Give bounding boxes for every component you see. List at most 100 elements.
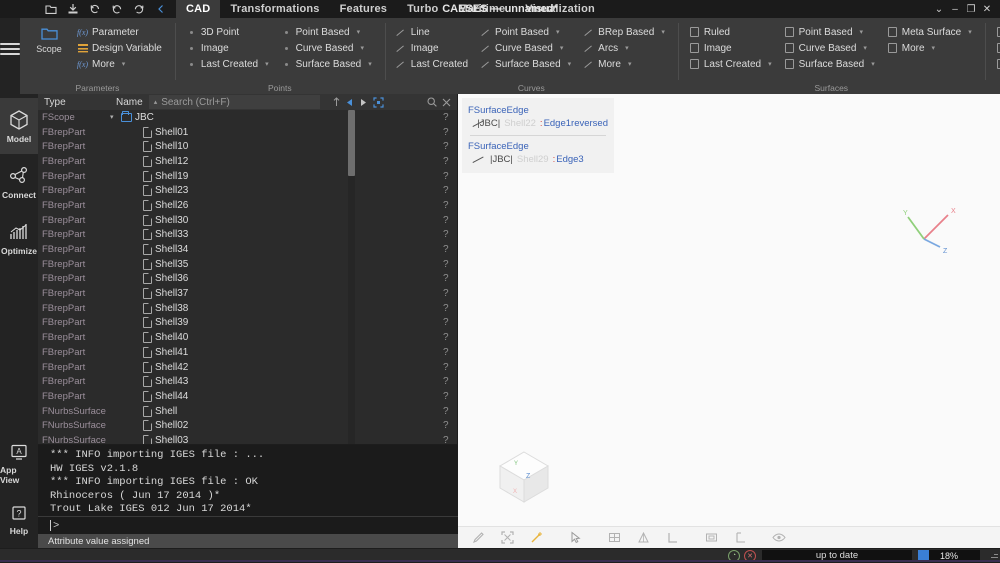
tab-transformations[interactable]: Transformations: [220, 0, 329, 18]
close-button[interactable]: ✕: [980, 1, 994, 17]
history-icon[interactable]: [84, 0, 106, 18]
table-row[interactable]: FBrepPart Shell34?: [38, 242, 457, 257]
ribbon-item-curve-image[interactable]: Image: [393, 40, 471, 56]
next-icon[interactable]: [359, 98, 368, 107]
ribbon-item-more-parameters[interactable]: f(x) More ▾: [74, 56, 165, 72]
chevron-down-icon[interactable]: ▾: [871, 60, 875, 68]
ribbon-item-brep[interactable]: BRep: [993, 24, 1000, 40]
ribbon-item-point-last-created[interactable]: Last Created ▾: [183, 56, 272, 72]
ribbon-item-more-breps[interactable]: More ▾: [993, 56, 1000, 72]
eye-icon[interactable]: [771, 530, 787, 546]
chevron-down-icon[interactable]: ▾: [360, 44, 364, 52]
chevron-down-icon[interactable]: ▾: [357, 28, 361, 36]
corner-icon[interactable]: [732, 530, 748, 546]
ribbon-item-brep-based-curve[interactable]: BRep Based ▾: [580, 24, 668, 40]
tree-scroll-thumb[interactable]: [348, 110, 355, 176]
light-icon[interactable]: [635, 530, 651, 546]
maximize-button[interactable]: ❐: [964, 1, 978, 17]
ribbon-item-surface-image[interactable]: Image: [686, 40, 775, 56]
ribbon-item-surface-based-point[interactable]: Surface Based ▾: [278, 56, 375, 72]
tree-header-type[interactable]: Type: [38, 97, 110, 108]
ribbon-item-parameter[interactable]: f(x) Parameter: [74, 24, 165, 40]
table-row[interactable]: FBrepPart Shell12?: [38, 154, 457, 169]
ribbon-item-meta-surface[interactable]: Meta Surface ▾: [884, 24, 975, 40]
sidebar-item-model[interactable]: Model: [0, 98, 38, 154]
expand-triangle-icon[interactable]: ▾: [110, 113, 118, 121]
edge-entry[interactable]: FSurfaceEdge |JBC| Shell22 : Edge1revers…: [462, 102, 614, 133]
close-icon[interactable]: [442, 98, 451, 107]
navigation-cube[interactable]: Y Z X: [494, 448, 554, 506]
ribbon-item-ruled[interactable]: Ruled: [686, 24, 775, 40]
ribbon-item-more-curves[interactable]: More ▾: [580, 56, 668, 72]
minimize-button[interactable]: –: [948, 1, 962, 17]
tab-visualization[interactable]: Visualization: [515, 0, 605, 18]
table-row[interactable]: FBrepPart Shell01?: [38, 125, 457, 140]
chevron-down-icon[interactable]: ▾: [768, 60, 772, 68]
ribbon-item-curve-last-created[interactable]: Last Created: [393, 56, 471, 72]
prev-icon[interactable]: [345, 98, 354, 107]
table-row[interactable]: FBrepPart Shell19?: [38, 169, 457, 184]
chevron-down-icon[interactable]: ▾: [968, 28, 972, 36]
move-icon[interactable]: [499, 530, 515, 546]
ribbon-item-point-based-curve[interactable]: Point Based ▾: [477, 24, 574, 40]
ribbon-item-curve-based-curve[interactable]: Curve Based ▾: [477, 40, 574, 56]
table-row[interactable]: FNurbsSurface Shell?: [38, 404, 457, 419]
chevron-down-icon[interactable]: ⌄: [932, 1, 946, 17]
ribbon-item-more-surfaces[interactable]: More ▾: [884, 40, 975, 56]
sidebar-item-help[interactable]: ? Help: [0, 492, 38, 548]
table-row[interactable]: FBrepPart Shell26?: [38, 198, 457, 213]
chevron-down-icon[interactable]: ▾: [122, 60, 126, 68]
ribbon-item-surface-based-curve[interactable]: Surface Based ▾: [477, 56, 574, 72]
table-row[interactable]: FBrepPart Shell33?: [38, 228, 457, 243]
tab-turbo[interactable]: Turbo: [397, 0, 448, 18]
chevron-down-icon[interactable]: ▾: [556, 28, 560, 36]
search-icon[interactable]: [427, 97, 437, 107]
table-row[interactable]: FBrepPart Shell23?: [38, 183, 457, 198]
table-row[interactable]: FBrepPart Shell39?: [38, 316, 457, 331]
chevron-down-icon[interactable]: ▾: [661, 28, 665, 36]
table-row[interactable]: FBrepPart Shell37?: [38, 286, 457, 301]
console-input[interactable]: >: [38, 516, 458, 534]
tree-search-input[interactable]: ▴ Search (Ctrl+F): [148, 95, 320, 109]
grid-icon[interactable]: [606, 530, 622, 546]
table-row[interactable]: FBrepPart Shell36?: [38, 272, 457, 287]
ribbon-item-design-variable[interactable]: Design Variable: [74, 40, 165, 56]
chevron-down-icon[interactable]: ▾: [265, 60, 269, 68]
table-row[interactable]: FBrepPart Shell30?: [38, 213, 457, 228]
redo-icon[interactable]: [128, 0, 150, 18]
ribbon-item-surface-last-created[interactable]: Last Created ▾: [686, 56, 775, 72]
ribbon-item-line[interactable]: Line: [393, 24, 471, 40]
tab-cad[interactable]: CAD: [176, 0, 221, 18]
tree-header-name[interactable]: Name: [110, 97, 149, 108]
ribbon-item-curve-based-surface[interactable]: Curve Based ▾: [781, 40, 878, 56]
table-row[interactable]: FBrepPart Shell10?: [38, 139, 457, 154]
ribbon-item-point-based-surface[interactable]: Point Based ▾: [781, 24, 878, 40]
chevron-down-icon[interactable]: ▾: [860, 28, 864, 36]
3d-viewport[interactable]: FSurfaceEdge |JBC| Shell22 : Edge1revers…: [458, 94, 1000, 548]
table-row[interactable]: FBrepPart Shell41?: [38, 345, 457, 360]
pointer-icon[interactable]: [567, 530, 583, 546]
save-icon[interactable]: [62, 0, 84, 18]
ribbon-item-3d-point[interactable]: 3D Point: [183, 24, 272, 40]
menu-hamburger-icon[interactable]: [0, 40, 20, 58]
table-row[interactable]: FBrepPart Shell40?: [38, 330, 457, 345]
ribbon-item-point-based-point[interactable]: Point Based ▾: [278, 24, 375, 40]
chevron-down-icon[interactable]: ▾: [932, 44, 936, 52]
table-row[interactable]: FBrepPart Shell44?: [38, 389, 457, 404]
collapse-ribbon-icon[interactable]: [150, 0, 172, 18]
ribbon-item-brep-part[interactable]: BRep Part: [993, 40, 1000, 56]
folder-open-icon[interactable]: [40, 0, 62, 18]
edge-entry[interactable]: FSurfaceEdge |JBC| Shell29 : Edge3: [462, 138, 614, 169]
tab-features[interactable]: Features: [330, 0, 397, 18]
chevron-down-icon[interactable]: ▾: [628, 60, 632, 68]
sync-icon[interactable]: [373, 96, 384, 108]
table-row[interactable]: FBrepPart Shell43?: [38, 374, 457, 389]
tab-maritime[interactable]: Maritime: [448, 0, 515, 18]
sidebar-item-optimize[interactable]: Optimize: [0, 210, 38, 266]
wand-icon[interactable]: [528, 530, 544, 546]
pencil-icon[interactable]: [470, 530, 486, 546]
ribbon-item-curve-based-point[interactable]: Curve Based ▾: [278, 40, 375, 56]
sort-icon[interactable]: [333, 97, 340, 107]
undo-icon[interactable]: [106, 0, 128, 18]
table-row[interactable]: FBrepPart Shell35?: [38, 257, 457, 272]
